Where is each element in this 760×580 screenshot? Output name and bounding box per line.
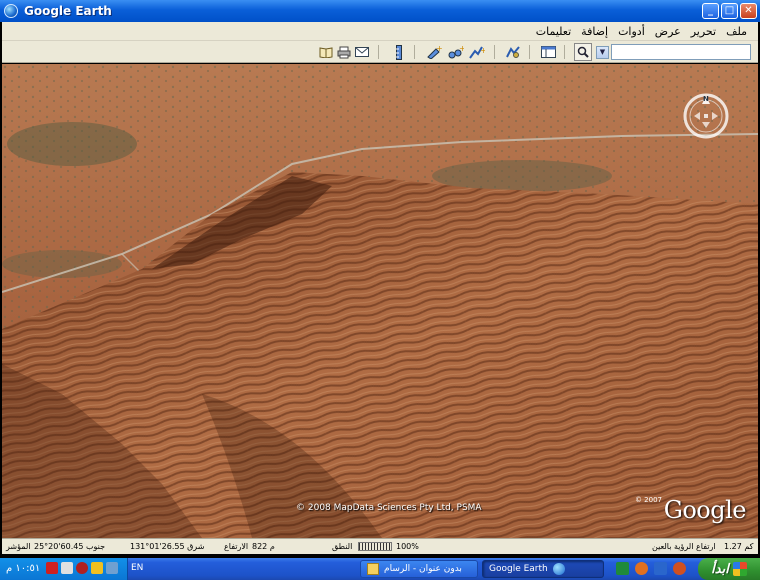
status-bar: المؤشر 25°20'60.45 جنوب 131°01'26.55 شرق…: [2, 538, 758, 554]
map-viewport[interactable]: N © 2008 MapData Sciences Pty Ltd, PSMA …: [2, 64, 758, 538]
menu-add[interactable]: إضافة: [576, 25, 613, 38]
menu-tools[interactable]: أدوات: [613, 25, 650, 38]
toolbar: + + + ▼: [2, 41, 758, 63]
search-button[interactable]: [574, 43, 592, 61]
email-icon[interactable]: [354, 44, 370, 60]
eye-altitude-label: ارتفاع الرؤية بالعين: [652, 542, 716, 551]
menu-edit[interactable]: تحرير: [686, 25, 721, 38]
toolbar-separator: [378, 45, 379, 59]
google-logo: Google: [663, 496, 747, 524]
taskbar: ١٠:٥١ م EN بدون عنوان - الرسام Google Ea…: [0, 558, 760, 580]
longitude-readout: 131°01'26.55 شرق: [130, 542, 205, 551]
map-copyright: © 2008 MapData Sciences Pty Ltd, PSMA: [296, 503, 482, 513]
minimize-button[interactable]: _: [702, 3, 719, 19]
language-indicator[interactable]: EN: [131, 563, 143, 573]
terrain-view[interactable]: [2, 64, 758, 538]
close-button[interactable]: ✕: [740, 3, 757, 19]
start-button[interactable]: ابدأ: [698, 558, 760, 580]
paint-icon: [367, 563, 379, 575]
toolbar-separator: [564, 45, 565, 59]
elevation-readout: 822 م: [252, 542, 275, 551]
firefox-icon[interactable]: [635, 562, 648, 575]
window-title: Google Earth: [24, 4, 112, 18]
compass-north-label: N: [703, 95, 709, 103]
sidebar-toggle-icon[interactable]: [540, 44, 556, 60]
streaming-percent: 100%: [396, 542, 419, 551]
ruler-icon[interactable]: [391, 44, 407, 60]
taskbar-google-earth-label: Google Earth: [489, 564, 548, 574]
network-icon[interactable]: [106, 562, 118, 574]
streaming-progress: [358, 542, 392, 551]
shield-icon[interactable]: [61, 562, 73, 574]
maximize-button[interactable]: □: [721, 3, 738, 19]
window-controls: _ □ ✕: [702, 3, 757, 19]
search-input[interactable]: [611, 44, 751, 60]
google-earth-app-icon: [4, 4, 18, 18]
taskbar-paint-button[interactable]: بدون عنوان - الرسام: [360, 560, 478, 578]
menu-view[interactable]: عرض: [650, 25, 686, 38]
svg-text:+: +: [480, 46, 485, 55]
svg-text:+: +: [436, 45, 442, 53]
windows-flag-icon: [732, 562, 747, 576]
elevation-label: الارتفاع: [224, 542, 249, 551]
search-bar: ▼: [574, 43, 751, 61]
chevron-down-icon[interactable]: ▼: [596, 45, 609, 59]
clock[interactable]: ١٠:٥١ م: [6, 563, 40, 574]
start-label: ابدأ: [711, 561, 729, 577]
svg-text:+: +: [459, 45, 464, 53]
antivirus-icon[interactable]: [76, 562, 88, 574]
print-icon[interactable]: [336, 44, 352, 60]
book-icon[interactable]: [318, 44, 334, 60]
magnifier-icon: [577, 46, 589, 58]
toolbar-separator: [414, 45, 415, 59]
sky-toggle-icon[interactable]: [505, 44, 521, 60]
browser-icon[interactable]: [654, 562, 667, 575]
security-icon[interactable]: [46, 562, 58, 574]
title-bar: Google Earth _ □ ✕: [0, 0, 760, 22]
toolbar-separator: [529, 45, 530, 59]
menu-file[interactable]: ملف: [721, 25, 752, 38]
app-icon[interactable]: [673, 562, 686, 575]
pointer-label: المؤشر: [6, 542, 31, 551]
taskbar-google-earth-button[interactable]: Google Earth: [482, 560, 604, 578]
toolbar-separator: [494, 45, 495, 59]
google-earth-icon: [552, 563, 565, 575]
add-placemark-icon[interactable]: +: [426, 44, 442, 60]
logo-year: © 2007: [634, 496, 662, 504]
eye-altitude-readout: 1.27 كم: [724, 542, 754, 551]
add-path-icon[interactable]: +: [469, 44, 485, 60]
menu-bar: ملف تحرير عرض أدوات إضافة تعليمات: [2, 22, 758, 41]
streaming-label: النطق: [332, 542, 353, 551]
media-player-icon[interactable]: [616, 562, 629, 575]
system-tray: ١٠:٥١ م: [0, 558, 128, 580]
taskbar-paint-label: بدون عنوان - الرسام: [384, 564, 462, 574]
warning-icon[interactable]: [91, 562, 103, 574]
latitude-readout: 25°20'60.45 جنوب: [34, 542, 106, 551]
navigation-compass[interactable]: N: [682, 92, 730, 140]
add-polygon-icon[interactable]: +: [448, 44, 464, 60]
menu-help[interactable]: تعليمات: [531, 25, 576, 38]
